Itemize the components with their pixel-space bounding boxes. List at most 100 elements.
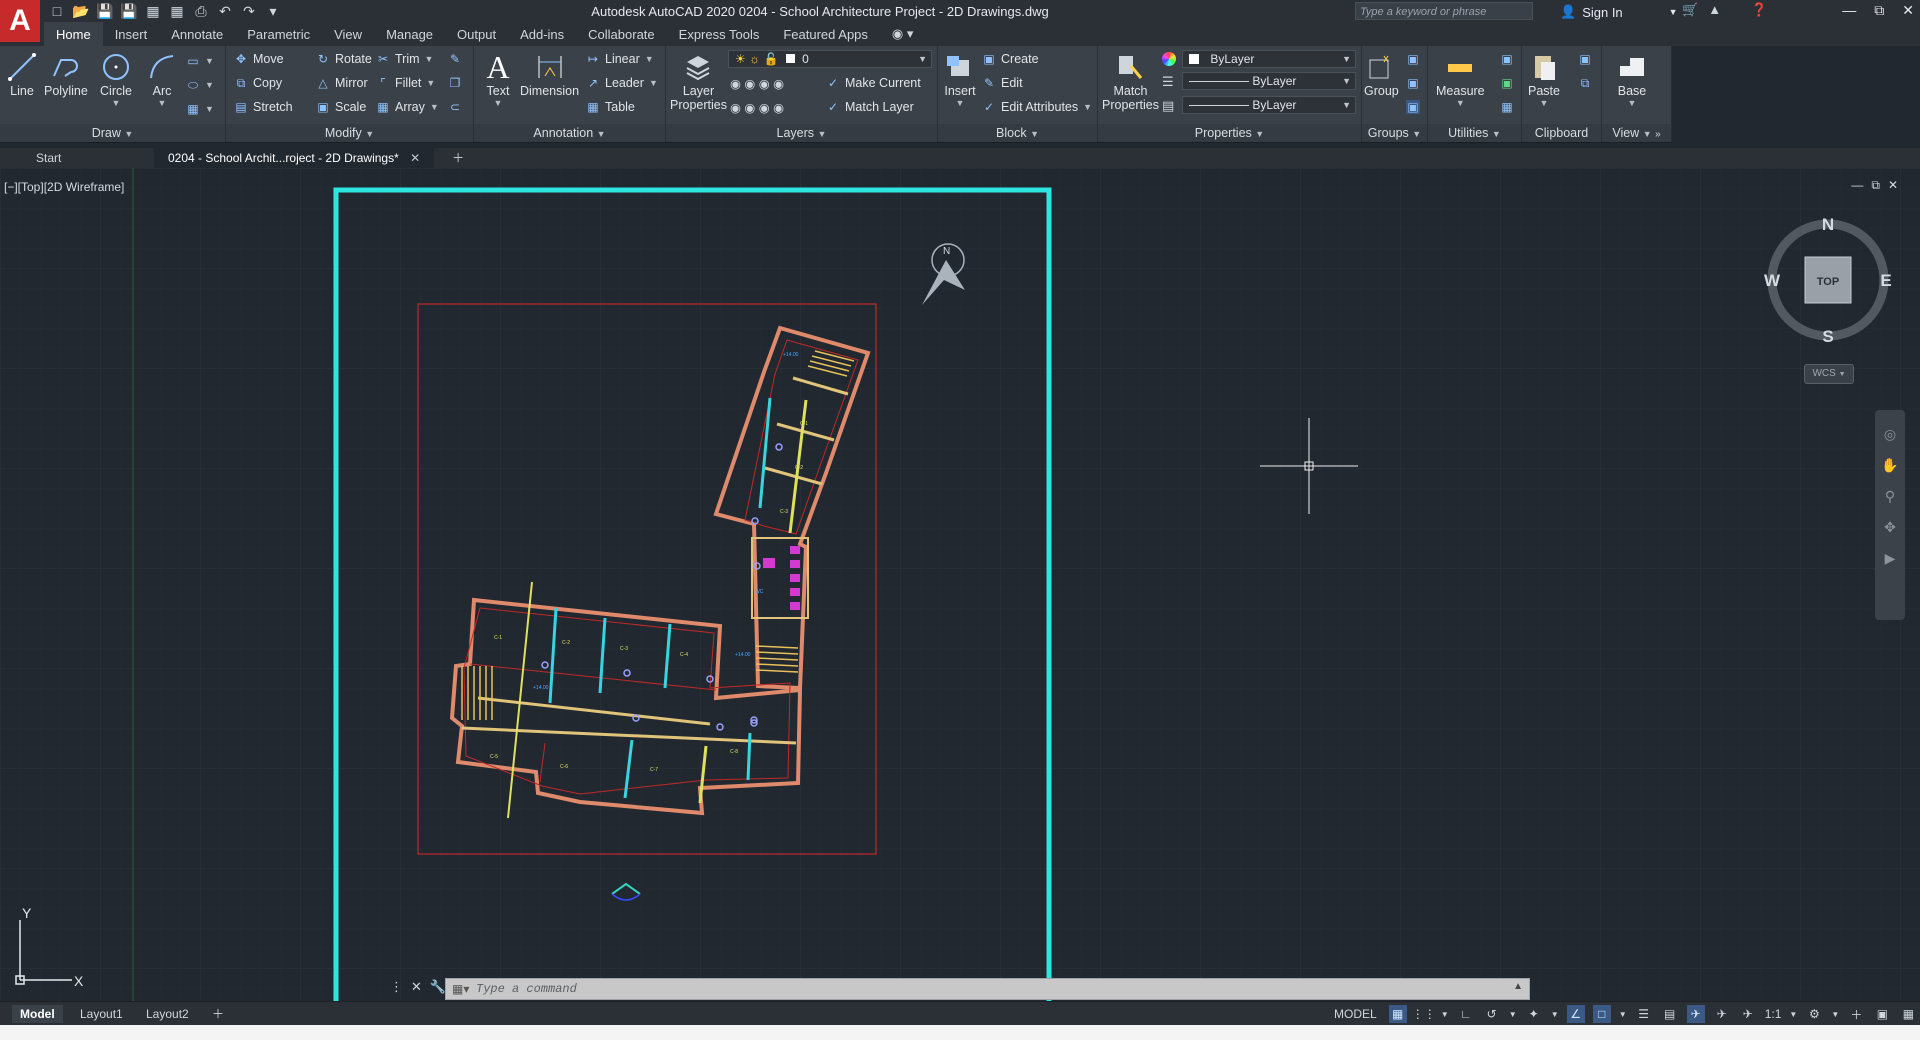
tab-home[interactable]: Home bbox=[44, 22, 103, 46]
layer-tools-row-1[interactable]: ◉ ◉ ◉ ◉ bbox=[730, 76, 784, 91]
command-input[interactable]: Type a command bbox=[476, 982, 577, 996]
workspace-gear-icon[interactable]: ⚙ bbox=[1805, 1005, 1823, 1023]
vp-restore-icon[interactable]: ⧉ bbox=[1871, 178, 1880, 193]
calculator-tool[interactable]: ▦ bbox=[1500, 100, 1514, 114]
color-wheel-icon[interactable] bbox=[1162, 52, 1176, 66]
ungroup-tool[interactable]: ▣ bbox=[1406, 52, 1420, 66]
drawing-svg[interactable]: N +14.00 +14.00 +14.00 WC C-1C-2C-3 C-1C… bbox=[0, 168, 1920, 1003]
leader-tool[interactable]: ↗ Leader ▼ bbox=[586, 76, 658, 90]
draw-panel-title[interactable]: Draw ▼ bbox=[0, 124, 225, 142]
ribbon-options-icon[interactable]: ◉ ▾ bbox=[880, 23, 925, 46]
copy-clip-tool[interactable]: ⧉ bbox=[1578, 76, 1592, 90]
layer-tools-row-2[interactable]: ◉ ◉ ◉ ◉ bbox=[730, 100, 784, 115]
layer-properties-tool[interactable]: Layer Properties bbox=[670, 50, 727, 112]
polyline-tool[interactable]: Polyline bbox=[44, 50, 88, 98]
new-tab-icon[interactable]: ＋ bbox=[438, 148, 478, 168]
steering-wheel-icon[interactable]: ◎ bbox=[1884, 426, 1896, 443]
wrench-icon[interactable]: 🔧 bbox=[430, 979, 446, 995]
auto-scale-icon[interactable]: ✈ bbox=[1713, 1005, 1731, 1023]
mirror-tool[interactable]: △ Mirror bbox=[316, 76, 367, 90]
chevron-up-icon[interactable]: ▲ bbox=[1513, 981, 1523, 992]
trim-tool[interactable]: ✂ Trim ▼ bbox=[376, 52, 433, 66]
offset-tool[interactable]: ⊂ bbox=[448, 100, 462, 114]
edit-attributes-tool[interactable]: ✓ Edit Attributes ▼ bbox=[982, 100, 1092, 114]
tab-express-tools[interactable]: Express Tools bbox=[667, 24, 772, 46]
snap-icon[interactable]: ⋮⋮ bbox=[1412, 1005, 1436, 1023]
scale-value[interactable]: 1:1 bbox=[1765, 1007, 1782, 1021]
search-input[interactable]: Type a keyword or phrase bbox=[1355, 2, 1533, 20]
close-icon[interactable]: ✕ bbox=[411, 979, 422, 995]
panel-expand-icon[interactable]: » bbox=[1655, 129, 1661, 140]
tab-parametric[interactable]: Parametric bbox=[235, 24, 322, 46]
group-select-tool[interactable]: ▣ bbox=[1406, 100, 1420, 114]
region-tool[interactable]: ▦ ▼ bbox=[186, 102, 214, 116]
annotation-monitor-icon[interactable]: ＋ bbox=[1847, 1005, 1865, 1023]
rotate-tool[interactable]: ↻ Rotate bbox=[316, 52, 372, 66]
select-all-tool[interactable]: ▣ bbox=[1500, 76, 1514, 90]
scale-tool[interactable]: ▣ Scale bbox=[316, 100, 366, 114]
tab-featured-apps[interactable]: Featured Apps bbox=[771, 24, 880, 46]
match-layer-tool[interactable]: ✓ Match Layer bbox=[826, 100, 914, 114]
dimension-tool[interactable]: Dimension bbox=[520, 50, 579, 98]
tab-collaborate[interactable]: Collaborate bbox=[576, 24, 667, 46]
utilities-panel-title[interactable]: Utilities ▼ bbox=[1428, 124, 1521, 142]
annotation-panel-title[interactable]: Annotation ▼ bbox=[474, 124, 665, 142]
tab-view[interactable]: View bbox=[322, 24, 374, 46]
rectangle-tool[interactable]: ▭ ▼ bbox=[186, 54, 214, 68]
restore-icon[interactable]: ⧉ bbox=[1874, 2, 1884, 19]
lineweight-dropdown[interactable]: ByLayer ▼ bbox=[1182, 72, 1356, 90]
groups-panel-title[interactable]: Groups ▼ bbox=[1362, 124, 1427, 142]
table-tool[interactable]: ▦ Table bbox=[586, 100, 635, 114]
close-icon[interactable]: ✕ bbox=[410, 151, 420, 165]
copy-tool[interactable]: ⧉ Copy bbox=[234, 76, 282, 91]
grid-icon[interactable]: ▦ bbox=[1388, 1005, 1407, 1023]
layout1-tab[interactable]: Layout1 bbox=[72, 1005, 131, 1023]
chevron-down-icon[interactable]: ▼ bbox=[1441, 1005, 1449, 1023]
app-menu-button[interactable]: A bbox=[0, 0, 40, 42]
vp-minimize-icon[interactable]: — bbox=[1851, 178, 1863, 193]
layer-dropdown[interactable]: ☀ ☼ 🔓 0 ▼ bbox=[728, 50, 932, 68]
transparency-icon[interactable]: ▤ bbox=[1661, 1005, 1679, 1023]
linetype-dropdown[interactable]: ByLayer ▼ bbox=[1182, 96, 1356, 114]
grip-icon[interactable]: ⋮ bbox=[390, 979, 403, 995]
tab-annotate[interactable]: Annotate bbox=[159, 24, 235, 46]
explode-tool[interactable]: ❐ bbox=[448, 76, 462, 90]
line-tool[interactable]: Line bbox=[6, 50, 38, 98]
annotation-scale-icon[interactable]: ✈ bbox=[1739, 1005, 1757, 1023]
object-snap-icon[interactable]: □ bbox=[1592, 1005, 1611, 1023]
stretch-tool[interactable]: ▤ Stretch bbox=[234, 100, 292, 114]
orbit-icon[interactable]: ✥ bbox=[1884, 519, 1896, 536]
sign-in-button[interactable]: 👤 Sign In ▼ bbox=[1560, 4, 1678, 20]
block-panel-title[interactable]: Block ▼ bbox=[938, 124, 1097, 142]
color-dropdown[interactable]: ByLayer ▼ bbox=[1182, 50, 1356, 68]
viewport-controls-label[interactable]: [−][Top][2D Wireframe] bbox=[4, 180, 124, 194]
properties-panel-title[interactable]: Properties ▼ bbox=[1098, 124, 1361, 142]
minimize-icon[interactable]: — bbox=[1842, 2, 1856, 19]
viewcube[interactable]: TOP N S E W bbox=[1755, 210, 1905, 360]
wcs-menu-button[interactable]: WCS ▼ bbox=[1804, 364, 1854, 384]
drawing-canvas[interactable]: N +14.00 +14.00 +14.00 WC C-1 C-2 C-3 C-… bbox=[0, 168, 1920, 1003]
polar-icon[interactable]: ↺ bbox=[1483, 1005, 1501, 1023]
measure-tool[interactable]: Measure ▼ bbox=[1436, 50, 1485, 108]
group-edit-tool[interactable]: ▣ bbox=[1406, 76, 1420, 90]
view-panel-title[interactable]: View ▼ » bbox=[1602, 124, 1671, 142]
units-icon[interactable]: ▣ bbox=[1873, 1005, 1891, 1023]
linear-tool[interactable]: ↦ Linear ▼ bbox=[586, 52, 654, 66]
ortho-icon[interactable]: ∟ bbox=[1457, 1005, 1475, 1023]
quick-select-tool[interactable]: ▣ bbox=[1500, 52, 1514, 66]
hatch-tool[interactable]: ⬭ ▼ bbox=[186, 78, 214, 92]
autodesk-a360-icon[interactable]: ▲ bbox=[1708, 2, 1721, 18]
cart-icon[interactable]: 🛒 bbox=[1682, 2, 1698, 18]
tab-manage[interactable]: Manage bbox=[374, 24, 445, 46]
tab-output[interactable]: Output bbox=[445, 24, 508, 46]
edit-block-tool[interactable]: ✎ Edit bbox=[982, 76, 1023, 90]
chevron-down-icon[interactable]: ▼ bbox=[1551, 1005, 1559, 1023]
circle-tool[interactable]: Circle ▼ bbox=[100, 50, 132, 108]
chevron-down-icon[interactable]: ▼ bbox=[1619, 1005, 1627, 1023]
isodraft-icon[interactable]: ✦ bbox=[1525, 1005, 1543, 1023]
close-icon[interactable]: ✕ bbox=[1902, 2, 1914, 19]
add-layout-icon[interactable]: ＋ bbox=[204, 1005, 232, 1023]
clipboard-panel-title[interactable]: Clipboard bbox=[1522, 124, 1601, 142]
chevron-down-icon[interactable]: ▼ bbox=[1509, 1005, 1517, 1023]
model-space-button[interactable]: MODEL bbox=[1330, 1007, 1381, 1021]
